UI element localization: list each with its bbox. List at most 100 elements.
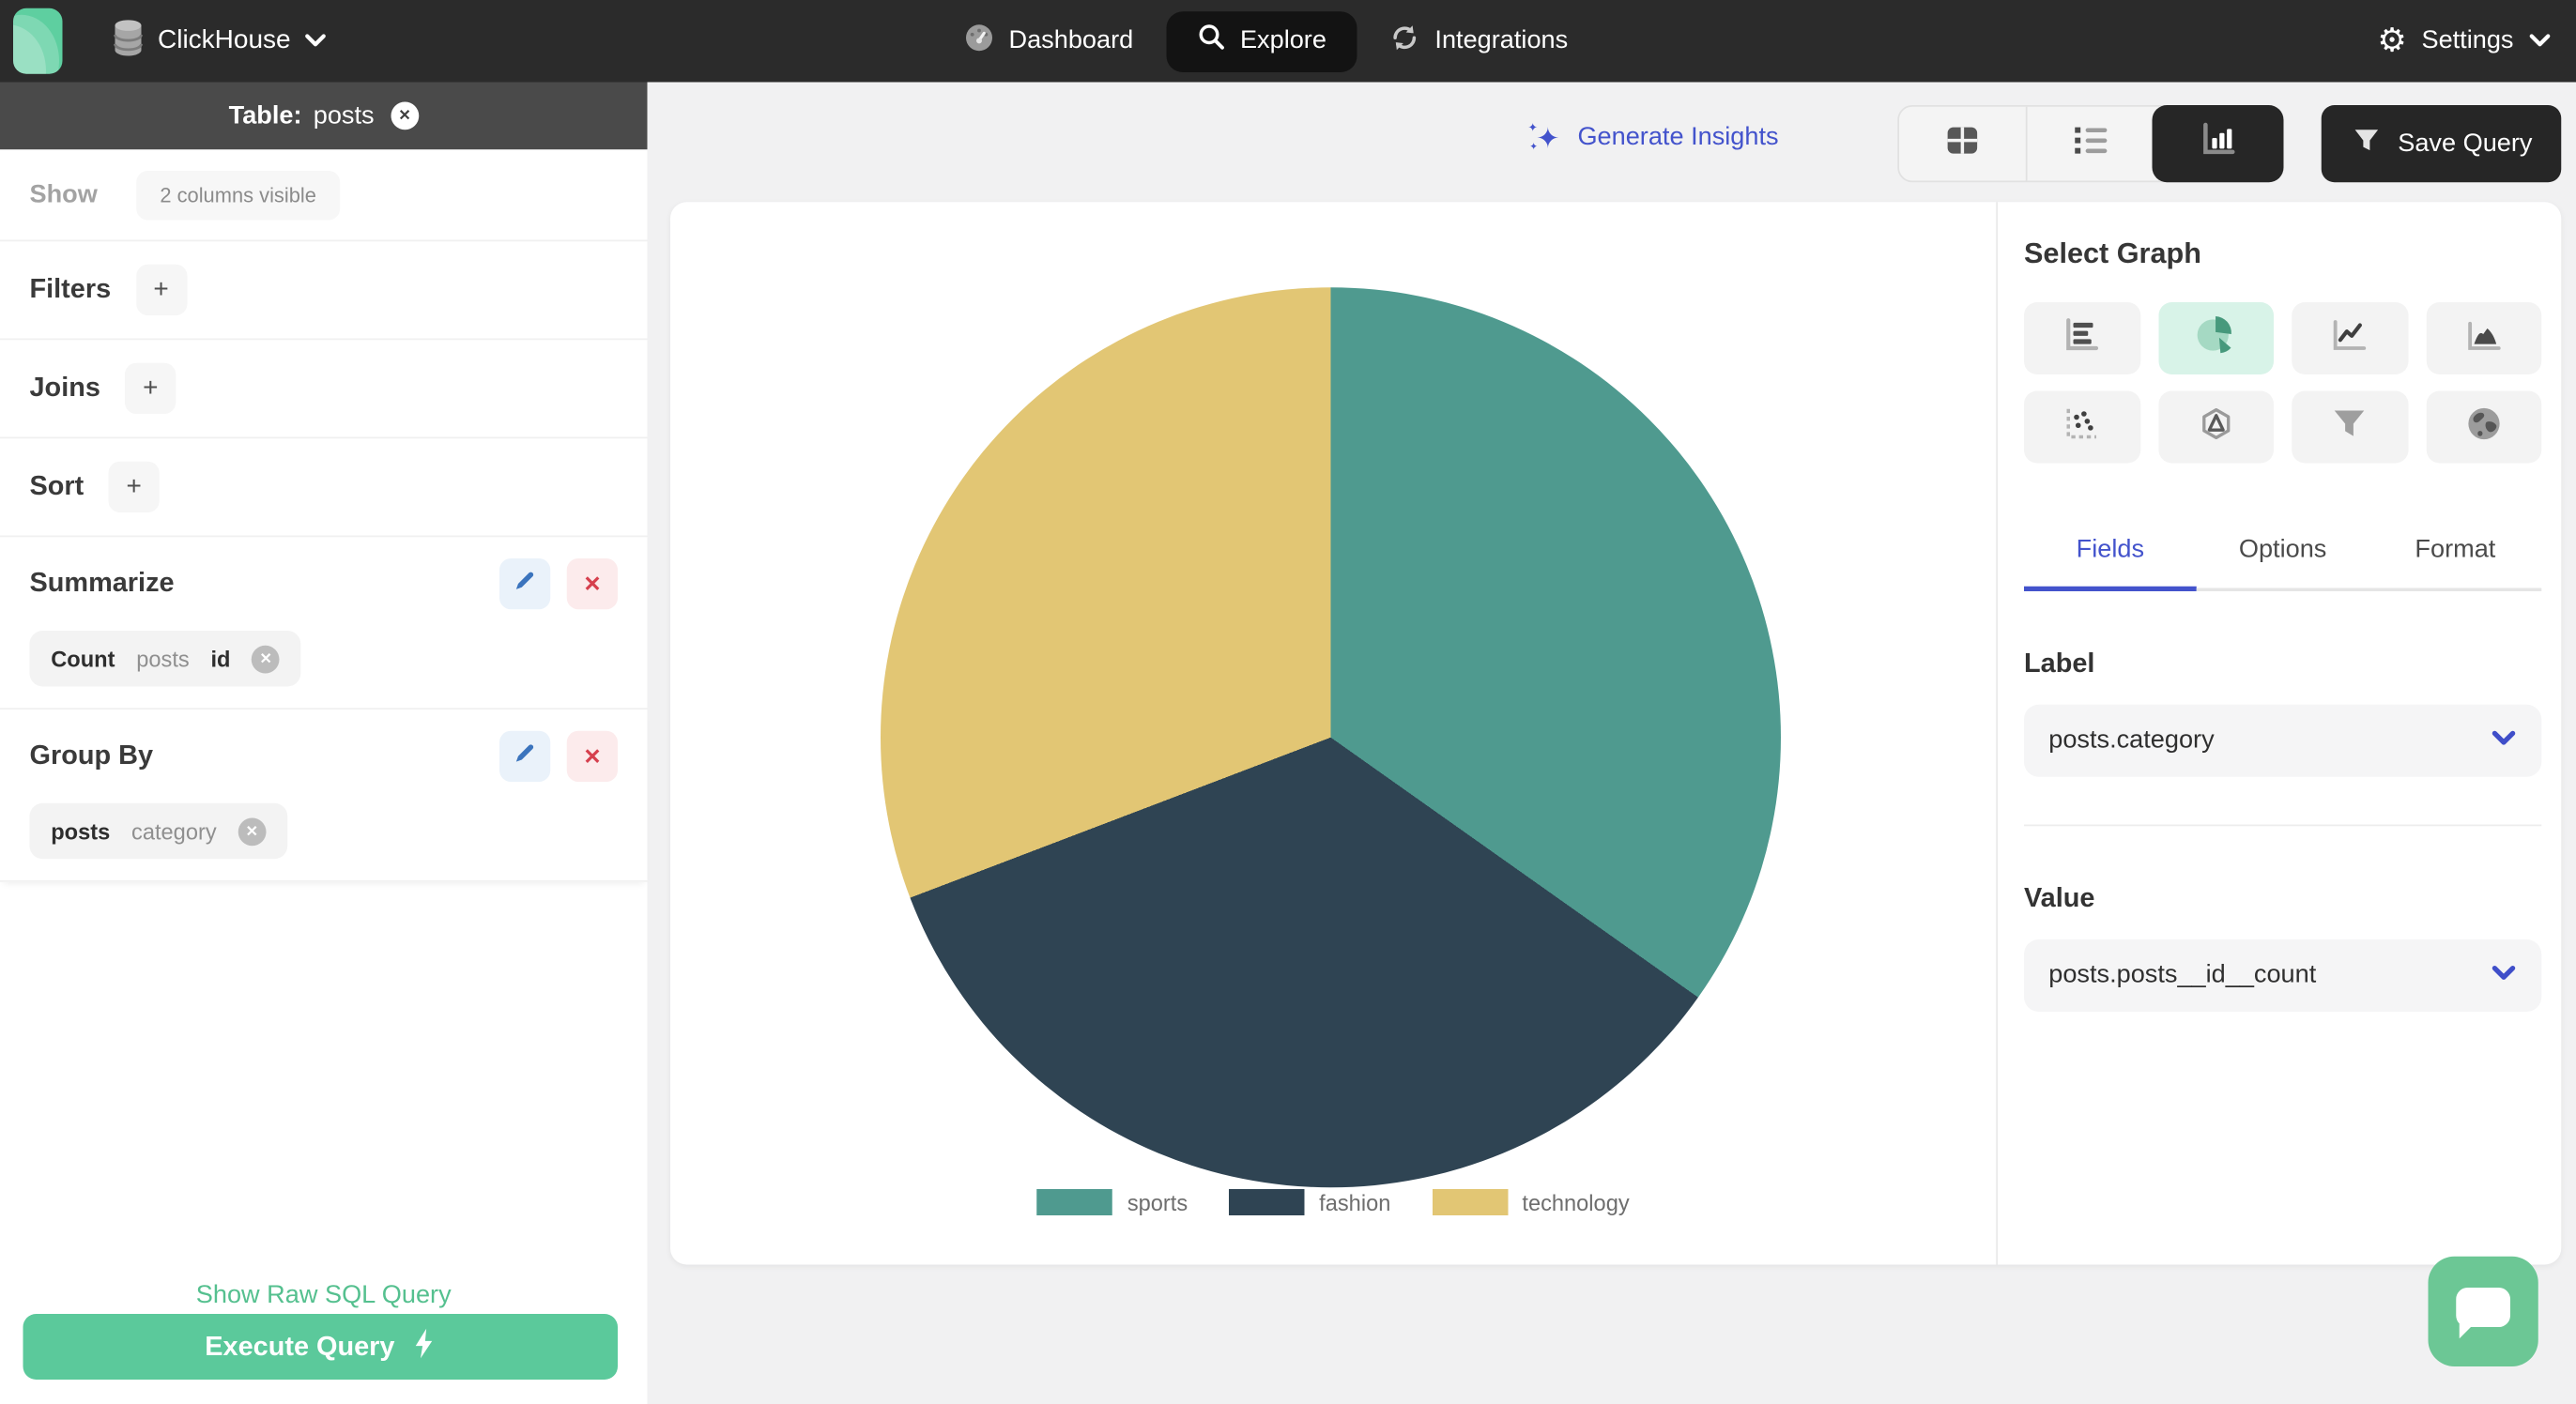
- x-icon: ✕: [583, 571, 602, 596]
- execute-query-button[interactable]: Execute Query: [23, 1314, 618, 1380]
- settings-label: Settings: [2421, 26, 2514, 54]
- columns-visible-pill[interactable]: 2 columns visible: [136, 170, 340, 220]
- legend-label: technology: [1522, 1189, 1630, 1215]
- bar-chart-icon: [2061, 313, 2104, 363]
- summarize-title: Summarize: [29, 568, 175, 599]
- edit-group-by-button[interactable]: [499, 730, 551, 782]
- legend-swatch: [1228, 1189, 1305, 1215]
- value-field-select[interactable]: posts.posts__id__count: [2024, 939, 2542, 1012]
- tab-fields[interactable]: Fields: [2024, 536, 2197, 591]
- settings-menu[interactable]: ⚙ Settings: [2377, 0, 2551, 83]
- legend-label: fashion: [1319, 1189, 1391, 1215]
- main-content: ✦ Generate Insights: [648, 83, 2576, 1404]
- generate-insights-label: Generate Insights: [1577, 123, 1779, 151]
- nav-item-label: Dashboard: [1008, 26, 1134, 54]
- tab-options[interactable]: Options: [2196, 536, 2369, 591]
- chat-widget-button[interactable]: [2428, 1256, 2538, 1366]
- summarize-chip: Count posts id ✕: [29, 631, 301, 687]
- database-selector[interactable]: ClickHouse: [112, 0, 327, 83]
- x-icon: ✕: [583, 742, 602, 769]
- chevron-down-icon: [2491, 726, 2517, 756]
- graph-type-map-button[interactable]: [2425, 390, 2542, 464]
- nav-item-explore[interactable]: Explore: [1166, 10, 1358, 72]
- funnel-icon: [2350, 124, 2381, 163]
- add-sort-button[interactable]: +: [108, 461, 160, 512]
- add-filter-button[interactable]: +: [135, 264, 187, 315]
- table-name: posts: [313, 100, 375, 130]
- app-root: ClickHouse Dashboard Explore Integration…: [0, 0, 2576, 1404]
- close-table-icon[interactable]: ✕: [391, 101, 419, 130]
- edit-summarize-button[interactable]: [499, 558, 551, 610]
- graph-type-funnel-button[interactable]: [2292, 390, 2408, 464]
- graph-type-area-button[interactable]: [2425, 302, 2542, 374]
- add-join-button[interactable]: +: [125, 362, 176, 414]
- execute-query-label: Execute Query: [205, 1331, 395, 1361]
- joins-label: Joins: [29, 373, 100, 403]
- value-field-heading: Value: [2024, 883, 2095, 914]
- pencil-icon: [513, 568, 537, 601]
- sort-section: Sort +: [0, 438, 648, 538]
- legend-item[interactable]: fashion: [1228, 1189, 1391, 1215]
- chip-table: posts: [51, 818, 111, 844]
- chevron-down-icon: [2491, 961, 2517, 991]
- sync-icon: [1390, 23, 1420, 60]
- table-view-button[interactable]: [1899, 107, 2026, 181]
- chat-bubble-icon: [2456, 1288, 2510, 1339]
- graph-type-bar-button[interactable]: [2024, 302, 2140, 374]
- group-by-title: Group By: [29, 740, 154, 771]
- query-builder-sidebar: Table: posts ✕ Show 2 columns visible Fi…: [0, 82, 648, 1404]
- chart-view-button[interactable]: [2152, 105, 2284, 183]
- graph-type-scatter-button[interactable]: [2024, 390, 2140, 464]
- database-name: ClickHouse: [158, 26, 291, 54]
- sort-label: Sort: [29, 471, 84, 501]
- generate-insights-button[interactable]: ✦ Generate Insights: [1527, 122, 1779, 153]
- graph-settings-panel: Select Graph Fields Options Format Label…: [2024, 202, 2542, 1264]
- show-raw-sql-link[interactable]: Show Raw SQL Query: [0, 1281, 648, 1311]
- group-by-section: Group By ✕ posts category ✕: [0, 710, 648, 882]
- nav-item-label: Integrations: [1434, 26, 1569, 54]
- panel-divider: [2024, 824, 2542, 827]
- nav-item-integrations[interactable]: Integrations: [1388, 23, 1572, 60]
- area-chart-icon: [2462, 313, 2506, 363]
- chevron-down-icon: [304, 26, 328, 56]
- legend-item[interactable]: sports: [1036, 1189, 1188, 1215]
- gear-icon: ⚙: [2377, 23, 2407, 59]
- remove-chip-icon[interactable]: ✕: [252, 644, 280, 673]
- list-view-icon: [2073, 124, 2109, 163]
- line-chart-icon: [2328, 313, 2371, 363]
- label-field-select[interactable]: posts.category: [2024, 704, 2542, 777]
- pie-chart-icon: [2194, 313, 2238, 365]
- graph-type-grid: [2024, 302, 2542, 464]
- legend-swatch: [1036, 1189, 1113, 1215]
- graph-type-line-button[interactable]: [2292, 302, 2408, 374]
- table-header: Table: posts ✕: [0, 82, 648, 150]
- nav-item-label: Explore: [1239, 26, 1326, 54]
- scatter-plot-icon: [2061, 402, 2104, 452]
- chevron-down-icon: [2528, 26, 2552, 56]
- remove-group-by-button[interactable]: ✕: [566, 730, 618, 782]
- chart-area: sports fashion technology: [670, 202, 1998, 1265]
- remove-summarize-button[interactable]: ✕: [566, 558, 618, 610]
- legend-item[interactable]: technology: [1432, 1189, 1630, 1215]
- pencil-icon: [513, 740, 537, 772]
- app-logo: [13, 8, 63, 74]
- nav-item-dashboard[interactable]: Dashboard: [961, 23, 1137, 60]
- show-section: Show 2 columns visible: [0, 149, 648, 242]
- legend-label: sports: [1127, 1189, 1188, 1215]
- database-icon: [112, 17, 145, 65]
- results-card: sports fashion technology Select Graph F…: [670, 202, 2562, 1265]
- graph-type-pie-button[interactable]: [2157, 302, 2274, 374]
- joins-section: Joins +: [0, 340, 648, 439]
- select-graph-title: Select Graph: [2024, 237, 2201, 269]
- table-view-icon: [1943, 121, 1981, 167]
- show-label: Show: [29, 179, 98, 208]
- save-query-button[interactable]: Save Query: [2321, 105, 2562, 183]
- label-field-value: posts.category: [2048, 725, 2215, 755]
- list-view-button[interactable]: [2025, 106, 2154, 181]
- remove-chip-icon[interactable]: ✕: [238, 816, 267, 846]
- top-navbar: ClickHouse Dashboard Explore Integration…: [0, 0, 2576, 83]
- chip-aggregate: Count: [51, 646, 115, 671]
- pie-chart: [881, 287, 1781, 1188]
- tab-format[interactable]: Format: [2369, 536, 2542, 591]
- graph-type-radar-button[interactable]: [2157, 390, 2274, 464]
